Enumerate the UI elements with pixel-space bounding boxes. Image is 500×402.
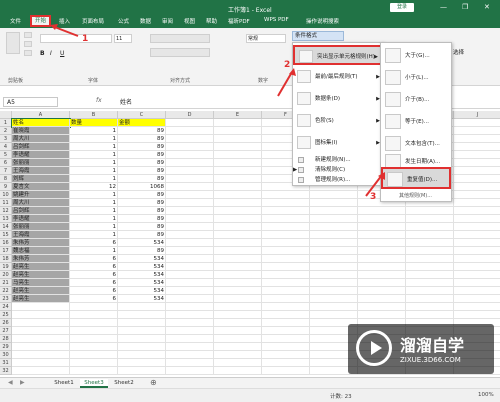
sheet-tab-sheet3[interactable]: Sheet3 — [80, 379, 108, 388]
watermark-title: 溜溜自学 — [400, 336, 465, 355]
arrow-to-highlight-rules — [277, 71, 293, 97]
status-count: 计数: 23 — [330, 394, 352, 400]
watermark: 溜溜自学 ZIXUE.3D66.COM — [348, 324, 494, 374]
sheet-tab-sheet2[interactable]: Sheet2 — [110, 379, 138, 388]
add-sheet-icon[interactable]: ⊕ — [150, 378, 157, 387]
scroll-left-icon[interactable]: ◀ — [8, 379, 13, 386]
annotation-3: 3 — [370, 192, 377, 202]
annotation-1: 1 — [82, 34, 89, 44]
scroll-right-icon[interactable]: ▶ — [20, 379, 25, 386]
zoom-level[interactable]: 100% — [478, 392, 494, 398]
sheet-tab-bar: ◀ ▶ Sheet1 Sheet3 Sheet2 ⊕ — [0, 377, 500, 388]
sheet-tab-sheet1[interactable]: Sheet1 — [50, 379, 78, 388]
play-logo-icon — [356, 330, 392, 366]
status-bar: 计数: 23 100% — [0, 388, 500, 402]
watermark-url: ZIXUE.3D66.COM — [400, 356, 461, 364]
annotation-2: 2 — [284, 60, 291, 70]
